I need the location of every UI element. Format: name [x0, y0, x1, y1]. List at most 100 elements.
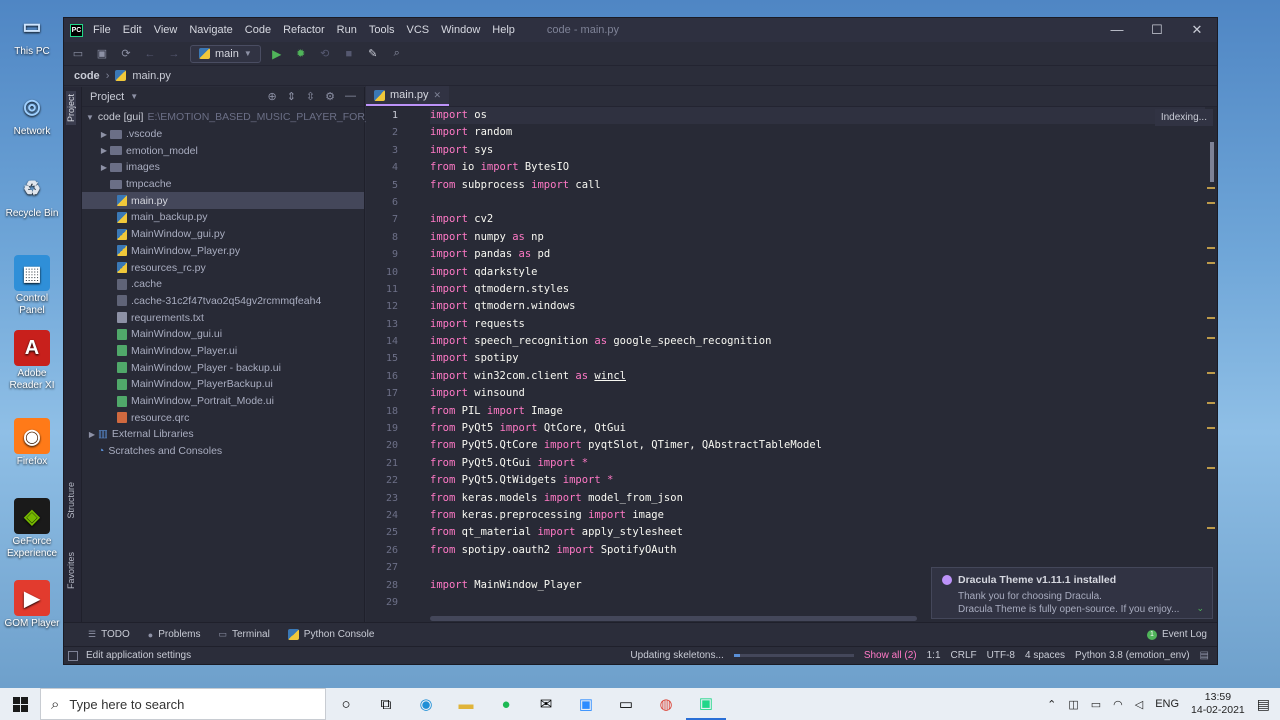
menu-code[interactable]: Code [245, 24, 271, 36]
notification-balloon[interactable]: Dracula Theme v1.11.1 installed Thank yo… [931, 567, 1213, 619]
todo-tool-button[interactable]: ☰ TODO [88, 629, 130, 640]
lock-icon[interactable]: ▤ [1200, 650, 1209, 661]
collapse-all-icon[interactable]: ⇳ [306, 90, 315, 103]
expand-all-icon[interactable]: ⇕ [287, 90, 296, 103]
project-stripe-button[interactable]: Project [66, 91, 76, 126]
favorites-stripe-button[interactable]: Favorites [66, 552, 76, 589]
cortana-icon[interactable]: ○ [326, 688, 366, 720]
terminal-app-icon[interactable]: ▭ [606, 688, 646, 720]
hide-icon[interactable]: — [345, 90, 356, 103]
python-console-tool-button[interactable]: Python Console [287, 629, 374, 640]
line-separator[interactable]: CRLF [951, 650, 977, 661]
desktop-shortcut[interactable]: ◈ GeForce Experience [2, 498, 62, 560]
expanded-arrow-icon[interactable]: ▼ [86, 113, 94, 122]
zoom-icon[interactable]: ▣ [566, 688, 606, 720]
tree-item[interactable]: main_backup.py [82, 209, 364, 226]
tree-item[interactable]: MainWindow_Portrait_Mode.ui [82, 393, 364, 410]
chevron-down-icon[interactable]: ▼ [130, 92, 138, 101]
indent-setting[interactable]: 4 spaces [1025, 650, 1065, 661]
tree-external-libraries[interactable]: ▶ ▥ External Libraries [82, 426, 364, 443]
tree-item[interactable]: ▶ images [82, 159, 364, 176]
tree-item[interactable]: resource.qrc [82, 409, 364, 426]
breadcrumb-file[interactable]: main.py [132, 70, 171, 82]
tree-item[interactable]: requrements.txt [82, 309, 364, 326]
tree-item[interactable]: MainWindow_Player.ui [82, 343, 364, 360]
gear-icon[interactable]: ⚙ [325, 90, 335, 103]
tree-item[interactable]: tmpcache [82, 176, 364, 193]
error-stripe[interactable] [1207, 127, 1217, 610]
locate-icon[interactable]: ⊕ [267, 90, 276, 103]
wrench-icon[interactable]: ✎ [365, 46, 381, 62]
toggle-tool-windows-icon[interactable] [68, 650, 78, 661]
desktop-shortcut[interactable]: ♻ Recycle Bin [2, 170, 62, 220]
menu-refactor[interactable]: Refactor [283, 24, 325, 36]
collapsed-arrow-icon[interactable]: ▶ [98, 130, 110, 139]
close-tab-icon[interactable]: ✕ [434, 90, 442, 101]
horizontal-scrollbar[interactable] [430, 616, 917, 621]
clock[interactable]: 13:59 14-02-2021 [1191, 691, 1245, 717]
chrome-icon[interactable]: ◍ [646, 688, 686, 720]
tree-item[interactable]: MainWindow_Player.py [82, 243, 364, 260]
tree-item[interactable]: MainWindow_Player - backup.ui [82, 359, 364, 376]
show-all-processes-link[interactable]: Show all (2) [864, 650, 917, 661]
coverage-icon[interactable]: ⟲ [317, 46, 333, 62]
debug-icon[interactable]: ✹ [293, 46, 309, 62]
search-icon[interactable]: ⌕ [389, 46, 405, 62]
menu-edit[interactable]: Edit [123, 24, 142, 36]
forward-icon[interactable]: → [166, 46, 182, 62]
network-icon[interactable]: ▭ [1091, 698, 1101, 711]
tree-item[interactable]: ▶ emotion_model [82, 142, 364, 159]
desktop-shortcut[interactable]: ▭ This PC [2, 8, 62, 58]
tree-item[interactable]: resources_rc.py [82, 259, 364, 276]
project-view-select[interactable]: Project [90, 91, 124, 103]
stop-icon[interactable]: ■ [341, 46, 357, 62]
tree-item[interactable]: main.py [82, 192, 364, 210]
collapsed-arrow-icon[interactable]: ▶ [86, 430, 98, 439]
minimize-button[interactable]: — [1097, 22, 1137, 38]
save-icon[interactable]: ▣ [94, 46, 110, 62]
tree-item[interactable]: .cache [82, 276, 364, 293]
desktop-shortcut[interactable]: ▦ Control Panel [2, 255, 62, 317]
desktop-shortcut[interactable]: ◉ Firefox [2, 418, 62, 468]
spotify-icon[interactable]: ● [486, 688, 526, 720]
scrollbar-thumb[interactable] [1210, 142, 1214, 182]
tree-scratches[interactable]: ◔ Scratches and Consoles [82, 443, 364, 460]
taskbar-search[interactable]: ⌕ Type here to search [40, 688, 326, 720]
collapsed-arrow-icon[interactable]: ▶ [98, 163, 110, 172]
edge-icon[interactable]: ◉ [406, 688, 446, 720]
collapsed-arrow-icon[interactable]: ▶ [98, 146, 110, 155]
close-button[interactable]: ✕ [1177, 22, 1217, 38]
sync-icon[interactable]: ⟳ [118, 46, 134, 62]
menu-navigate[interactable]: Navigate [189, 24, 232, 36]
maximize-button[interactable]: ☐ [1137, 22, 1177, 38]
python-interpreter[interactable]: Python 3.8 (emotion_env) [1075, 650, 1190, 661]
notifications-icon[interactable]: ▤ [1257, 696, 1270, 713]
language-indicator[interactable]: ENG [1155, 698, 1179, 710]
run-configuration-select[interactable]: main ▼ [190, 44, 261, 63]
volume-icon[interactable]: ◁ [1135, 698, 1143, 711]
tree-item[interactable]: MainWindow_PlayerBackup.ui [82, 376, 364, 393]
wifi-icon[interactable]: ◠ [1113, 698, 1123, 711]
task-view-icon[interactable]: ⧉ [366, 688, 406, 720]
chevron-up-icon[interactable]: ⌃ [1047, 698, 1056, 711]
code-area[interactable]: import os import random import sys from io … [430, 107, 1205, 610]
menu-window[interactable]: Window [441, 24, 480, 36]
event-log-button[interactable]: 1 Event Log [1146, 629, 1207, 640]
run-icon[interactable]: ▶ [269, 46, 285, 62]
structure-stripe-button[interactable]: Structure [66, 482, 76, 519]
mail-icon[interactable]: ✉ [526, 688, 566, 720]
breadcrumb-root[interactable]: code [74, 70, 100, 82]
open-folder-icon[interactable]: ▭ [70, 46, 86, 62]
tree-item[interactable]: MainWindow_gui.ui [82, 326, 364, 343]
menu-tools[interactable]: Tools [369, 24, 395, 36]
tree-item[interactable]: .cache-31c2f47tvao2q54gv2rcmmqfeah4 [82, 293, 364, 310]
file-explorer-icon[interactable]: ▬ [446, 688, 486, 720]
file-encoding[interactable]: UTF-8 [987, 650, 1015, 661]
problems-tool-button[interactable]: ● Problems [148, 629, 201, 640]
menu-run[interactable]: Run [337, 24, 357, 36]
menu-vcs[interactable]: VCS [407, 24, 430, 36]
menu-view[interactable]: View [154, 24, 178, 36]
desktop-shortcut[interactable]: ▶ GOM Player [2, 580, 62, 630]
desktop-shortcut[interactable]: A Adobe Reader XI [2, 330, 62, 392]
desktop-shortcut[interactable]: ◎ Network [2, 88, 62, 138]
